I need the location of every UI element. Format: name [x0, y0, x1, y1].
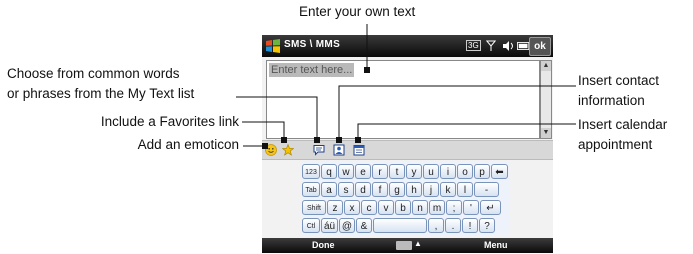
callout-emoticon: Add an emoticon — [137, 137, 239, 152]
key-sym1-10[interactable]: - — [474, 182, 499, 197]
key-n[interactable]: n — [412, 200, 428, 215]
key-Tab[interactable]: Tab — [302, 182, 320, 197]
key-Shift[interactable]: Shift — [302, 200, 326, 215]
key-g[interactable]: g — [389, 182, 405, 197]
key-c[interactable]: c — [361, 200, 377, 215]
callout-contact-line2: information — [578, 93, 645, 108]
key-q[interactable]: q — [321, 164, 337, 179]
soft-key-bar: Done ▲ Menu — [262, 238, 553, 253]
key-p[interactable]: p — [474, 164, 490, 179]
key-123[interactable]: 123 — [302, 164, 320, 179]
menu-softkey[interactable]: Menu — [484, 240, 508, 250]
key-d[interactable]: d — [355, 182, 371, 197]
key-m[interactable]: m — [429, 200, 445, 215]
calendar-icon[interactable] — [353, 144, 365, 156]
input-panel-arrow-icon[interactable]: ▲ — [414, 239, 422, 248]
key-sym0-11[interactable]: ⬅ — [491, 164, 508, 179]
key-sym3-6[interactable]: . — [445, 218, 461, 233]
key-k[interactable]: k — [440, 182, 456, 197]
network-3g-indicator: 3G — [466, 40, 481, 51]
key-sym3-3[interactable]: & — [356, 218, 372, 233]
callout-calendar-line1: Insert calendar — [578, 117, 668, 132]
callout-enter-text: Enter your own text — [299, 4, 416, 19]
windows-start-icon[interactable] — [265, 38, 281, 54]
key-a[interactable]: a — [321, 182, 337, 197]
key-space[interactable] — [373, 218, 427, 233]
input-panel-icon[interactable] — [396, 241, 412, 250]
favorites-icon[interactable] — [282, 144, 294, 156]
volume-icon[interactable] — [502, 40, 516, 52]
scroll-up-icon[interactable]: ▲ — [541, 61, 551, 71]
key-l[interactable]: l — [457, 182, 473, 197]
key-b[interactable]: b — [395, 200, 411, 215]
phone-screen: SMS \ MMS 3G ok Enter text here... ▲ ▼ 1… — [262, 35, 553, 253]
key-f[interactable]: f — [372, 182, 388, 197]
on-screen-keyboard: 123 q w e r t y u i o p ⬅ Tab a s d f g h j k l - Shift z x c v b n m;… — [302, 162, 510, 236]
key-r[interactable]: r — [372, 164, 388, 179]
key-sym3-8[interactable]: ? — [479, 218, 495, 233]
key-sym2-8[interactable]: ; — [446, 200, 462, 215]
key-s[interactable]: s — [338, 182, 354, 197]
key-sym2-9[interactable]: ' — [463, 200, 479, 215]
callout-calendar-line2: appointment — [578, 137, 653, 152]
key-sym3-1[interactable]: áü — [321, 218, 338, 233]
key-t[interactable]: t — [389, 164, 405, 179]
key-sym2-10[interactable]: ↵ — [480, 200, 501, 215]
key-v[interactable]: v — [378, 200, 394, 215]
message-placeholder: Enter text here... — [269, 63, 355, 77]
done-softkey[interactable]: Done — [312, 240, 335, 250]
key-z[interactable]: z — [327, 200, 343, 215]
insert-toolbar — [262, 140, 553, 160]
key-Ctl[interactable]: Ctl — [302, 218, 320, 233]
my-text-icon[interactable] — [313, 144, 325, 156]
key-x[interactable]: x — [344, 200, 360, 215]
key-y[interactable]: y — [406, 164, 422, 179]
key-u[interactable]: u — [423, 164, 439, 179]
callout-my-text-line1: Choose from common words — [7, 66, 180, 81]
key-o[interactable]: o — [457, 164, 473, 179]
key-sym3-5[interactable]: , — [428, 218, 444, 233]
key-h[interactable]: h — [406, 182, 422, 197]
key-j[interactable]: j — [423, 182, 439, 197]
signal-icon[interactable] — [486, 39, 496, 53]
message-text-field[interactable]: Enter text here... — [266, 60, 540, 139]
key-i[interactable]: i — [440, 164, 456, 179]
callout-contact-line1: Insert contact — [578, 73, 660, 88]
app-title: SMS \ MMS — [284, 39, 341, 50]
key-w[interactable]: w — [338, 164, 354, 179]
key-sym3-7[interactable]: ! — [462, 218, 478, 233]
title-bar: SMS \ MMS 3G ok — [262, 35, 553, 57]
contact-icon[interactable] — [333, 144, 345, 156]
emoticon-icon[interactable] — [265, 144, 277, 156]
ok-button[interactable]: ok — [529, 37, 551, 56]
key-sym3-2[interactable]: @ — [339, 218, 355, 233]
text-scrollbar[interactable]: ▲ ▼ — [540, 60, 552, 139]
scroll-down-icon[interactable]: ▼ — [541, 128, 551, 138]
callout-my-text-line2: or phrases from the My Text list — [7, 86, 195, 101]
callout-favorites: Include a Favorites link — [100, 114, 239, 129]
key-e[interactable]: e — [355, 164, 371, 179]
